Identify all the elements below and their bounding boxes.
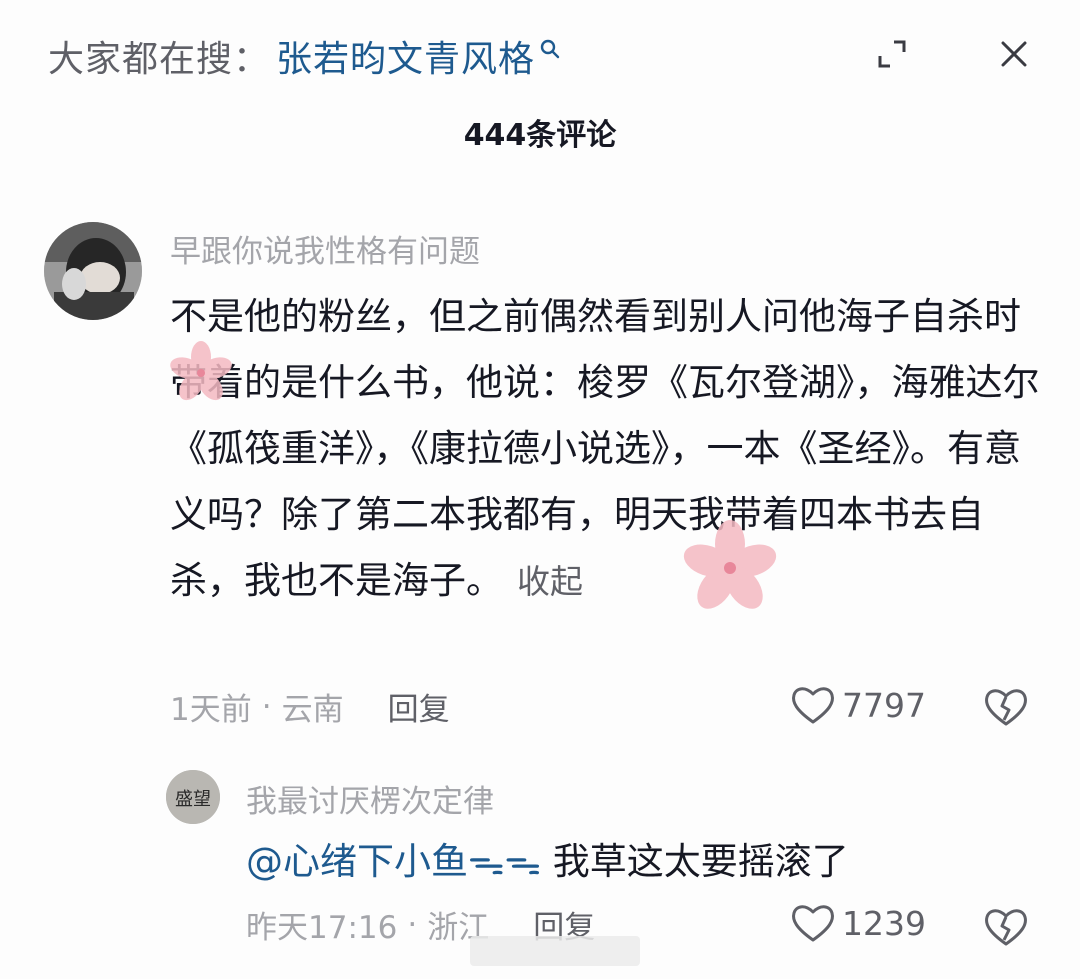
reply-avatar-image: 盛望 [166, 770, 220, 824]
shrink-button[interactable] [870, 32, 914, 76]
separator-dot: · [261, 688, 272, 725]
reply-time: 昨天17:16 [246, 910, 398, 946]
comment-text-content: 不是他的粉丝，但之前偶然看到别人问他海子自杀时带着的是什么书，他说：梭罗《瓦尔登… [170, 295, 1040, 602]
heart-icon [792, 687, 834, 724]
broken-heart-icon[interactable] [982, 904, 1030, 952]
reply-username[interactable]: 我最讨厌楞次定律 [246, 776, 494, 821]
shrink-icon [878, 40, 906, 68]
heart-icon [792, 905, 834, 942]
comment-meta: 1天前 · 云南 回复 [170, 684, 450, 729]
search-prefix: 大家都在搜： [48, 39, 271, 80]
comment-text: 不是他的粉丝，但之前偶然看到别人问他海子自杀时带着的是什么书，他说：梭罗《瓦尔登… [170, 284, 1040, 615]
comments-panel: 大家都在搜： 张若昀文青风格 444条评论 早跟你说我性格有问题 不是他的粉丝，… [0, 0, 1080, 979]
search-term-link[interactable]: 张若昀文青风格 [276, 30, 535, 82]
close-button[interactable] [992, 32, 1036, 76]
like-count: 7797 [842, 685, 926, 725]
reply-button[interactable]: 回复 [388, 684, 450, 729]
search-icon[interactable] [539, 38, 561, 60]
comment-time: 1天前 [170, 692, 252, 728]
comment-location: 云南 [281, 692, 344, 728]
comment-count: 444条评论 [463, 118, 617, 153]
reply-avatar[interactable]: 盛望 [166, 770, 220, 824]
close-icon [1001, 41, 1027, 67]
reply-text: @心绪下小鱼ᯓᯓ 我草这太要摇滚了 [246, 834, 849, 890]
comment-username[interactable]: 早跟你说我性格有问题 [170, 226, 480, 271]
like-button[interactable]: 7797 [790, 684, 926, 726]
avatar-image [44, 222, 142, 320]
avatar[interactable] [44, 222, 142, 320]
collapse-link[interactable]: 收起 [517, 562, 583, 601]
reply-like-button[interactable]: 1239 [790, 902, 926, 944]
watermark-overlay [470, 936, 640, 966]
reply-text-content: 我草这太要摇滚了 [552, 840, 849, 883]
mention-link[interactable]: @心绪下小鱼ᯓᯓ [246, 840, 541, 883]
reply-like-count: 1239 [842, 903, 926, 943]
separator-dot: · [407, 906, 418, 943]
search-suggestion[interactable]: 大家都在搜： 张若昀文青风格 [48, 28, 561, 84]
reply-avatar-text: 盛望 [175, 789, 211, 810]
broken-heart-icon[interactable] [982, 684, 1030, 732]
